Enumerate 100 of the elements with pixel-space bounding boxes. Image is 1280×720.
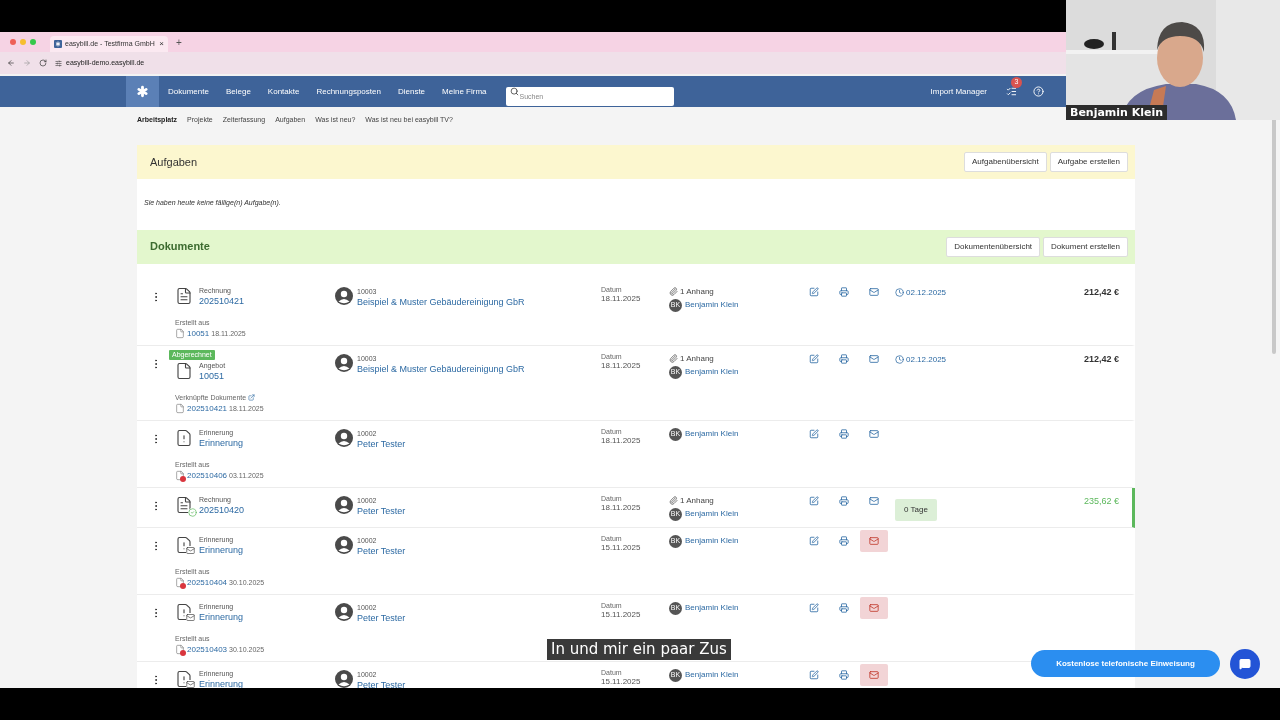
document-date: 18.11.2025 (601, 293, 642, 304)
customer-name-link[interactable]: Peter Tester (357, 544, 406, 557)
days-tag: 0 Tage (895, 498, 937, 521)
nav-link[interactable]: Dienste (397, 85, 426, 98)
invoice-document-icon (175, 286, 193, 306)
chat-icon (1239, 658, 1251, 670)
avatar-icon (335, 535, 353, 554)
mail-icon[interactable] (869, 428, 879, 439)
print-icon[interactable] (839, 286, 849, 297)
attachment-count[interactable]: 1 Anhang (680, 352, 714, 365)
assignee-link[interactable]: Benjamin Klein (685, 669, 739, 681)
panel-title: Aufgaben (150, 154, 198, 170)
amount: 212,42 € (1083, 285, 1119, 299)
assignee-link[interactable]: Benjamin Klein (685, 508, 739, 520)
help-call-button[interactable]: Kostenlose telefonische Einweisung (1031, 650, 1220, 677)
edit-icon[interactable] (809, 428, 819, 439)
paperclip-icon (669, 287, 678, 296)
edit-icon[interactable] (809, 286, 819, 297)
document-number-link[interactable]: 202510420 (199, 503, 245, 516)
back-icon[interactable] (7, 59, 15, 67)
participant-name: Benjamin Klein (1066, 105, 1168, 120)
customer-name-link[interactable]: Peter Tester (357, 504, 406, 517)
assignee-link[interactable]: Benjamin Klein (685, 535, 739, 547)
clock-icon (895, 355, 904, 364)
linked-document-link[interactable]: 202510406 (187, 469, 228, 481)
nav-link[interactable]: Dokumente (168, 85, 209, 98)
close-window-icon[interactable] (10, 39, 16, 45)
small-document-icon (175, 402, 185, 414)
edit-icon[interactable] (809, 495, 819, 506)
logo-icon[interactable] (126, 76, 159, 107)
assignee-link[interactable]: Benjamin Klein (685, 428, 739, 440)
clock-icon (895, 288, 904, 297)
document-number-link[interactable]: 202510421 (199, 294, 245, 307)
linked-document-link[interactable]: 10051 (187, 327, 210, 339)
small-document-icon (175, 469, 185, 481)
edit-icon[interactable] (809, 353, 819, 364)
due-date: 02.12.2025 (906, 286, 947, 299)
import-manager-link[interactable]: Import Manager (930, 85, 987, 98)
mail-icon[interactable] (869, 353, 879, 364)
new-tab-button[interactable]: + (176, 34, 182, 50)
attachment-count[interactable]: 1 Anhang (680, 285, 714, 298)
paperclip-icon (669, 354, 678, 363)
tab-close-button[interactable]: × (159, 38, 164, 50)
avatar-icon (335, 495, 353, 514)
customer-name-link[interactable]: Peter Tester (357, 611, 406, 624)
document-date: 18.11.2025 (601, 360, 642, 371)
favicon-icon (54, 40, 62, 48)
mail-icon[interactable] (869, 286, 879, 297)
edit-icon[interactable] (809, 669, 819, 680)
send-mail-button[interactable] (860, 596, 888, 619)
amount: 212,42 € (1083, 352, 1119, 366)
linked-document-link[interactable]: 202510404 (187, 576, 228, 588)
mail-icon[interactable] (869, 495, 879, 506)
print-icon[interactable] (839, 428, 849, 439)
reload-icon[interactable] (39, 59, 47, 67)
panel-button[interactable]: Dokument erstellen (1043, 236, 1128, 257)
document-number-link[interactable]: Erinnerung (199, 543, 244, 556)
document-number-link[interactable]: Erinnerung (199, 436, 244, 449)
edit-icon[interactable] (809, 602, 819, 613)
assignee-link[interactable]: Benjamin Klein (685, 602, 739, 614)
nav-link[interactable]: Kontakte (267, 85, 300, 98)
panel-button[interactable]: Dokumentenübersicht (946, 236, 1041, 257)
nav-link[interactable]: Meine Firma (442, 85, 487, 98)
document-icon (175, 361, 193, 381)
customer-name-link[interactable]: Peter Tester (357, 437, 406, 450)
nav-link[interactable]: Belege (225, 85, 251, 98)
print-icon[interactable] (839, 495, 849, 506)
document-number-link[interactable]: Erinnerung (199, 677, 244, 688)
linked-document-link[interactable]: 202510421 (187, 402, 228, 414)
print-icon[interactable] (839, 602, 849, 613)
attachment-count[interactable]: 1 Anhang (680, 494, 714, 507)
video-caption: In und mir ein paar Zus (547, 639, 731, 660)
document-number-link[interactable]: Erinnerung (199, 610, 244, 623)
avatar-icon (335, 602, 353, 621)
assignee-link[interactable]: Benjamin Klein (685, 366, 739, 378)
help-icon[interactable] (1033, 86, 1044, 97)
send-mail-button[interactable] (860, 663, 888, 686)
avatar-icon (335, 286, 353, 305)
edit-icon[interactable] (809, 535, 819, 546)
amount: 235,62 € (1083, 494, 1119, 508)
document-date: 15.11.2025 (601, 542, 642, 553)
nav-link[interactable]: Rechnungsposten (316, 85, 381, 98)
panel-button[interactable]: Aufgabe erstellen (1049, 152, 1128, 172)
linked-document-link[interactable]: 202510403 (187, 643, 228, 655)
document-number-link[interactable]: 10051 (199, 369, 226, 382)
small-document-icon (175, 643, 185, 655)
print-icon[interactable] (839, 535, 849, 546)
print-icon[interactable] (839, 669, 849, 680)
print-icon[interactable] (839, 353, 849, 364)
tasks-icon[interactable] (1006, 86, 1017, 97)
site-settings-icon[interactable] (55, 59, 62, 67)
document-date: 15.11.2025 (601, 676, 642, 687)
customer-name-link[interactable]: Beispiel & Muster Gebäudereinigung GbR (357, 362, 525, 375)
send-mail-button[interactable] (860, 529, 888, 552)
customer-name-link[interactable]: Beispiel & Muster Gebäudereinigung GbR (357, 295, 525, 308)
external-link-icon[interactable] (248, 393, 256, 401)
customer-name-link[interactable]: Peter Tester (357, 678, 406, 688)
panel-button[interactable]: Aufgabenübersicht (964, 152, 1047, 172)
assignee-link[interactable]: Benjamin Klein (685, 299, 739, 311)
chat-button[interactable] (1230, 649, 1260, 679)
